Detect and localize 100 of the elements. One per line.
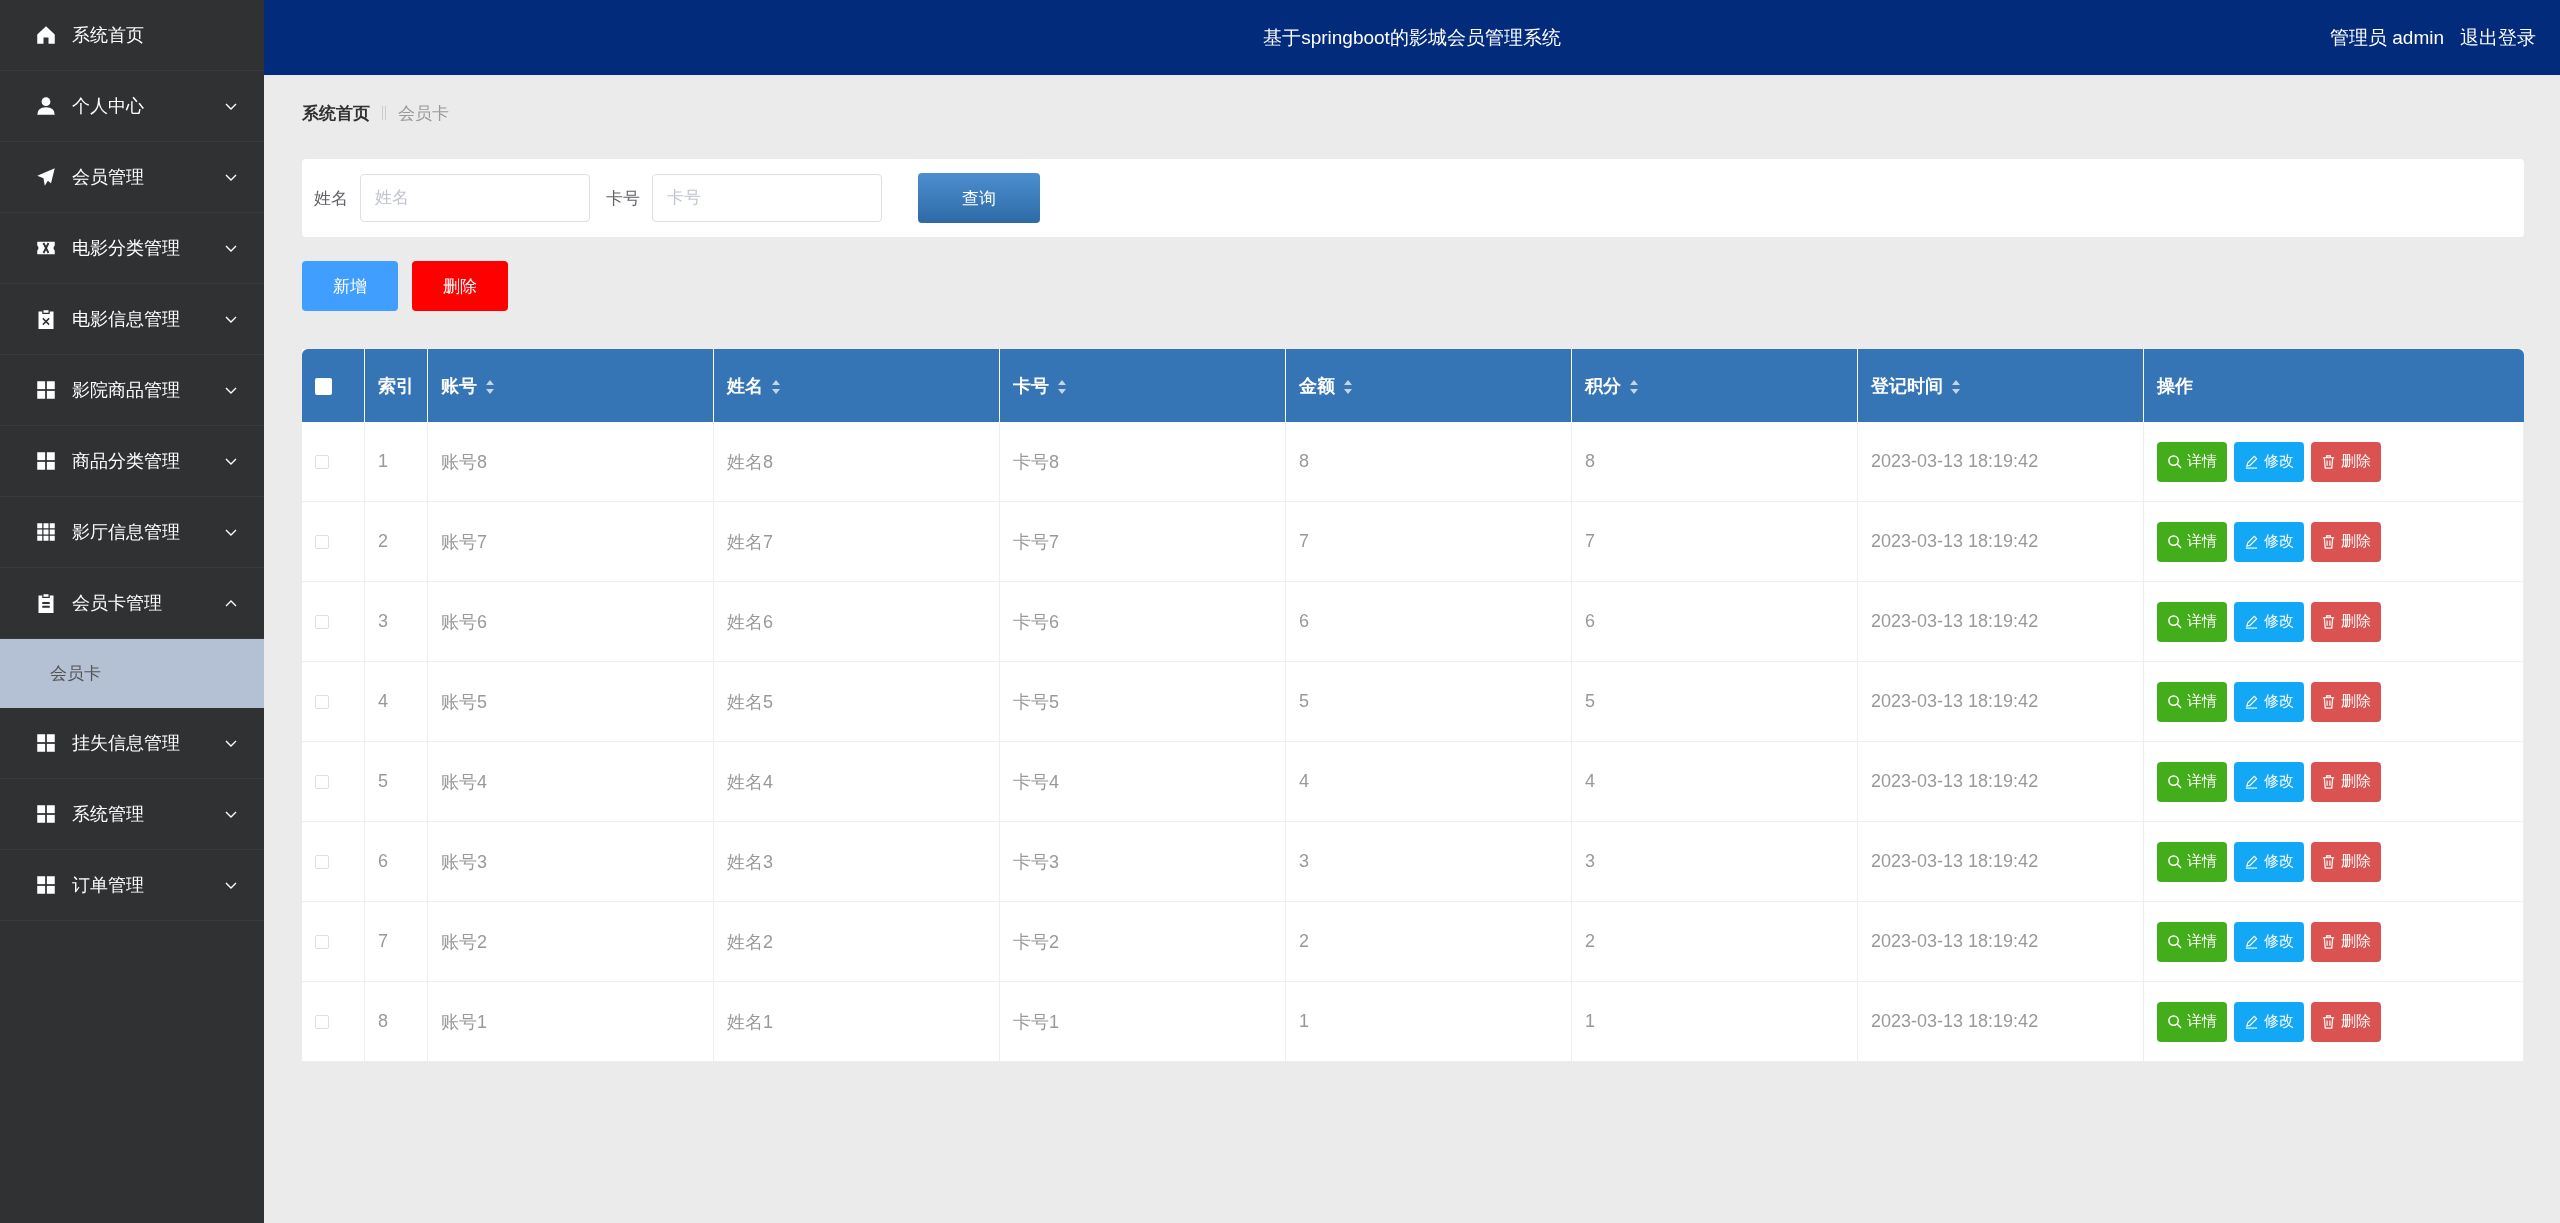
table-cell: 卡号3 [1013,851,1059,872]
delete-button[interactable]: 删除 [2311,1001,2381,1042]
column-header[interactable]: 卡号 [1013,375,1049,396]
field-label: 卡号 [606,187,640,210]
sidebar-item[interactable]: 影院商品管理 [0,355,264,426]
trash-icon [2321,1014,2336,1029]
checkbox[interactable] [315,935,329,950]
edit-button[interactable]: 修改 [2234,441,2304,482]
search-icon [2167,934,2182,949]
table-cell: 2023-03-13 18:19:42 [1871,851,2039,871]
detail-button[interactable]: 详情 [2157,681,2227,722]
sidebar-item[interactable]: 商品分类管理 [0,426,264,497]
nine-dot-grid-icon [36,522,56,542]
detail-button[interactable]: 详情 [2157,1001,2227,1042]
table-cell: 账号4 [441,771,487,792]
submenu-item[interactable]: 会员卡 [0,639,264,708]
checkbox[interactable] [315,615,329,630]
grid-icon [36,804,56,824]
delete-button[interactable]: 删除 [2311,521,2381,562]
table-cell: 7 [1299,531,1309,551]
detail-button[interactable]: 详情 [2157,761,2227,802]
table-cell: 姓名5 [727,691,773,712]
sidebar-item[interactable]: 系统管理 [0,779,264,850]
edit-button[interactable]: 修改 [2234,1001,2304,1042]
delete-button[interactable]: 删除 [2311,841,2381,882]
delete-button[interactable]: 删除 [412,261,508,311]
sidebar-item[interactable]: 电影分类管理 [0,213,264,284]
table-cell: 7 [1585,531,1595,551]
sidebar-item[interactable]: 订单管理 [0,850,264,921]
column-header: 索引 [378,375,414,396]
checkbox[interactable] [315,775,329,790]
table-cell: 卡号2 [1013,931,1059,952]
table-cell: 4 [1585,771,1595,791]
table-cell: 姓名2 [727,931,773,952]
delete-button[interactable]: 删除 [2311,761,2381,802]
table-cell: 账号2 [441,931,487,952]
table-cell: 卡号7 [1013,531,1059,552]
input-field[interactable]: 卡号 [652,174,882,222]
table-cell: 3 [1299,851,1309,871]
checkbox[interactable] [315,535,329,550]
table-cell: 8 [1299,451,1309,471]
delete-button[interactable]: 删除 [2311,921,2381,962]
table-cell: 2023-03-13 18:19:42 [1871,931,2039,951]
detail-button[interactable]: 详情 [2157,921,2227,962]
app-title: 基于springboot的影城会员管理系统 [1263,25,1561,50]
detail-button[interactable]: 详情 [2157,521,2227,562]
table-cell: 姓名4 [727,771,773,792]
grid-icon [36,451,56,471]
table-cell: 6 [1585,611,1595,631]
delete-button[interactable]: 删除 [2311,441,2381,482]
column-header[interactable]: 登记时间 [1871,375,1943,396]
column-header[interactable]: 姓名 [727,375,763,396]
trash-icon [2321,534,2336,549]
query-button[interactable]: 查询 [918,173,1040,223]
search-icon [2167,454,2182,469]
checkbox[interactable] [315,855,329,870]
column-header[interactable]: 账号 [441,375,477,396]
table-cell: 2023-03-13 18:19:42 [1871,451,2039,471]
detail-button[interactable]: 详情 [2157,841,2227,882]
sidebar-item[interactable]: 挂失信息管理 [0,708,264,779]
checkbox[interactable] [315,455,329,470]
checkbox[interactable] [315,695,329,710]
delete-button[interactable]: 删除 [2311,681,2381,722]
table-cell: 2023-03-13 18:19:42 [1871,611,2039,631]
breadcrumb-item[interactable]: 系统首页 [302,101,370,125]
input-field[interactable]: 姓名 [360,174,590,222]
table-cell: 账号1 [441,1011,487,1032]
edit-button[interactable]: 修改 [2234,521,2304,562]
detail-button[interactable]: 详情 [2157,601,2227,642]
detail-button[interactable]: 详情 [2157,441,2227,482]
logout-link[interactable]: 退出登录 [2460,24,2536,51]
table-cell: 4 [378,691,388,711]
pencil-icon [2244,614,2259,629]
sidebar-item[interactable]: 电影信息管理 [0,284,264,355]
sidebar-item[interactable]: 影厅信息管理 [0,497,264,568]
table-cell: 姓名1 [727,1011,773,1032]
sidebar-item[interactable]: 会员管理 [0,142,264,213]
table-cell: 卡号6 [1013,611,1059,632]
table-cell: 6 [1299,611,1309,631]
checkbox[interactable] [315,1015,329,1030]
table-cell: 3 [378,611,388,631]
table-cell: 2 [1299,931,1309,951]
column-header[interactable]: 金额 [1299,375,1335,396]
sidebar-item[interactable]: 个人中心 [0,71,264,142]
edit-button[interactable]: 修改 [2234,761,2304,802]
pencil-icon [2244,934,2259,949]
add-button[interactable]: 新增 [302,261,398,311]
table-cell: 6 [378,851,388,871]
pencil-icon [2244,1014,2259,1029]
edit-button[interactable]: 修改 [2234,841,2304,882]
search-icon [2167,854,2182,869]
edit-button[interactable]: 修改 [2234,921,2304,962]
pencil-icon [2244,534,2259,549]
checkbox[interactable] [315,377,332,395]
table-cell: 2023-03-13 18:19:42 [1871,531,2039,551]
edit-button[interactable]: 修改 [2234,601,2304,642]
edit-button[interactable]: 修改 [2234,681,2304,722]
column-header[interactable]: 积分 [1585,375,1621,396]
delete-button[interactable]: 删除 [2311,601,2381,642]
home-icon [36,25,56,45]
